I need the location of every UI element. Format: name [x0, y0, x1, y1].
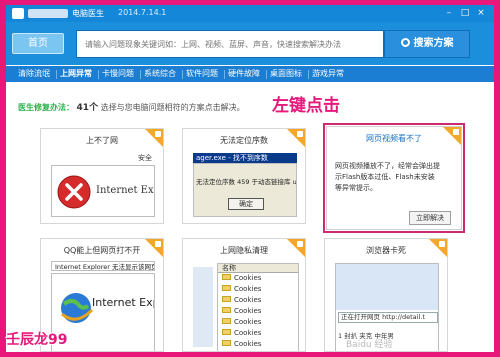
solution-card-no-internet[interactable]: 上不了网 安全 Internet Ex	[40, 128, 164, 224]
list-item: Cookies	[218, 339, 298, 350]
result-count: 41个	[76, 103, 99, 113]
shot-text: Internet Explore	[92, 296, 154, 309]
folder-icon	[222, 318, 231, 324]
solution-card-privacy[interactable]: 上网隐私清理 名称 Cookies Cookies Cookies Cookie…	[182, 238, 306, 352]
badge-icon	[453, 129, 459, 135]
nav-item-system[interactable]: 系统综合	[144, 68, 176, 79]
solution-card-ordinal[interactable]: 无法定位序数 ager.exe - 找不到序数 无法定位序数 459 于动态链接…	[182, 128, 306, 224]
card-screenshot: 无法定位序数 459 于动态链接库 ur 确定	[193, 163, 297, 217]
site-watermark: Baidu 经验	[346, 340, 393, 350]
folder-icon	[222, 307, 231, 313]
list-item-label: Cookies	[234, 274, 262, 282]
folder-icon	[222, 285, 231, 291]
nav-item-slow[interactable]: 卡慢问题	[102, 68, 134, 79]
shot-text: 无法定位序数 459 于动态链接库 ur	[196, 178, 297, 186]
shot-extra: 安全	[138, 154, 152, 162]
list-item-label: Cookies	[234, 318, 262, 326]
nav-divider	[98, 70, 99, 79]
nav-item-software[interactable]: 软件问题	[186, 68, 218, 79]
nav-divider	[224, 70, 225, 79]
nav-item-internet[interactable]: 上网异常	[60, 68, 92, 79]
card-title: 网页视频看不了	[366, 134, 422, 143]
folder-icon	[222, 296, 231, 302]
list-item-label: Cookies	[234, 285, 262, 293]
list-item: Cookies	[218, 317, 298, 328]
badge-icon	[155, 241, 161, 247]
nav-divider	[56, 70, 57, 79]
minimize-button[interactable]: –	[442, 7, 456, 19]
author-watermark: 壬辰龙99	[6, 332, 68, 348]
explorer-sidebar	[193, 267, 213, 347]
search-input[interactable]	[77, 31, 383, 57]
nav-divider	[182, 70, 183, 79]
search-icon	[400, 38, 410, 47]
nav-item-games[interactable]: 游戏异常	[312, 68, 344, 79]
result-hint: 选择与您电脑问题相符的方案点击解决。	[100, 103, 245, 112]
list-item: Cookies	[218, 306, 298, 317]
shot-bar: 安全	[51, 153, 155, 163]
list-item: Cookies	[218, 273, 298, 284]
category-nav: 清除流氓 上网异常 卡慢问题 系统综合 软件问题 硬件故障 桌面图标 游戏异常	[6, 66, 494, 82]
list-item: Cookies	[218, 328, 298, 339]
badge-icon	[155, 131, 161, 137]
nav-divider	[140, 70, 141, 79]
nav-divider	[266, 70, 267, 79]
home-button[interactable]: 首页	[12, 33, 64, 54]
list-item-label: Cookies	[234, 296, 262, 304]
app-version: 2014.7.14.1	[118, 8, 167, 17]
title-bar: 电脑医生 2014.7.14.1 – □ ×	[6, 5, 494, 22]
search-button-label: 搜索方案	[413, 38, 454, 49]
header: 首页 搜索方案	[6, 22, 494, 65]
card-description: 网页视频播放不了，经常会弹出提示Flash版本过低、Flash未安装等异常提示。	[335, 162, 440, 192]
shot-bar: Internet Explorer 无法显示该网页	[51, 261, 155, 271]
search-button[interactable]: 搜索方案	[384, 30, 470, 58]
cookie-list: 名称 Cookies Cookies Cookies Cookies Cooki…	[217, 263, 299, 351]
nav-item-desktop[interactable]: 桌面图标	[270, 68, 302, 79]
card-screenshot: Internet Ex	[51, 165, 155, 217]
left-click-callout: 左键点击	[272, 96, 340, 116]
address-bar: 正在打开网页 http://detail.t	[338, 312, 438, 323]
badge-icon	[297, 131, 303, 137]
search-box	[76, 30, 384, 58]
list-item: Cookies	[218, 284, 298, 295]
app-title: 电脑医生	[72, 9, 104, 18]
solve-now-button[interactable]: 立即解决	[409, 211, 451, 225]
result-summary: 医生修复办法： 41个 选择与您电脑问题相符的方案点击解决。	[18, 100, 245, 113]
list-item-label: Cookies	[234, 307, 262, 315]
ok-button: 确定	[228, 198, 264, 210]
shot-bar: ager.exe - 找不到序数	[193, 153, 297, 163]
shot-text: Internet Ex	[96, 185, 154, 196]
main-content: 医生修复办法： 41个 选择与您电脑问题相符的方案点击解决。 左键点击 上不了网…	[6, 82, 494, 352]
browser-chrome	[336, 264, 438, 310]
folder-icon	[222, 340, 231, 346]
app-logo-icon	[12, 8, 24, 19]
badge-icon	[297, 241, 303, 247]
list-item: Cookies	[218, 295, 298, 306]
solution-card-browser-freeze[interactable]: 浏览器卡死 正在打开网页 http://detail.t 1 封扒 夹克 中年男	[324, 238, 448, 352]
badge-icon	[439, 241, 445, 247]
nav-item-hardware[interactable]: 硬件故障	[228, 68, 260, 79]
nav-divider	[308, 70, 309, 79]
list-item-label: Cookies	[234, 340, 262, 348]
list-header: 名称	[218, 264, 298, 273]
list-item-label: Cookies	[234, 329, 262, 337]
result-lead: 医生修复办法：	[18, 103, 74, 112]
maximize-button[interactable]: □	[458, 7, 472, 19]
solution-card-video[interactable]: 网页视频看不了 网页视频播放不了，经常会弹出提示Flash版本过低、Flash未…	[326, 126, 462, 230]
ie-globe-icon	[61, 293, 94, 323]
close-button[interactable]: ×	[474, 7, 488, 19]
app-logo-blur	[28, 9, 68, 18]
folder-icon	[222, 329, 231, 335]
folder-icon	[222, 274, 231, 280]
nav-item-clean[interactable]: 清除流氓	[18, 68, 50, 79]
